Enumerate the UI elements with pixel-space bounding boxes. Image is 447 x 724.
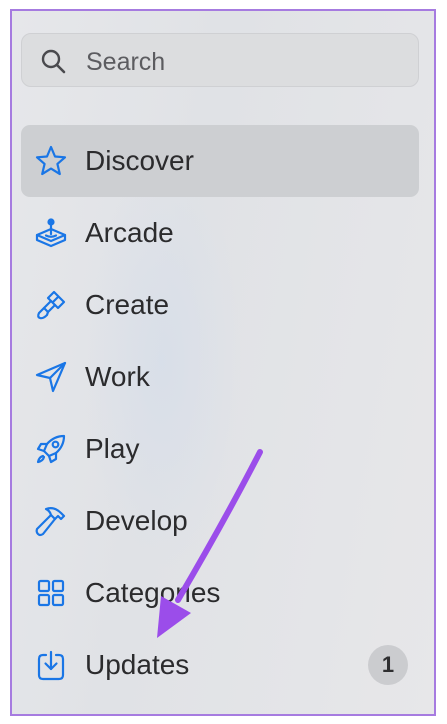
sidebar-item-arcade[interactable]: Arcade (21, 197, 419, 269)
hammer-icon (34, 504, 68, 538)
sidebar-item-label: Arcade (85, 217, 174, 248)
paintbrush-icon (34, 288, 68, 322)
sidebar-item-label: Categories (85, 577, 221, 608)
joystick-icon (34, 216, 68, 250)
sidebar-item-label: Updates (85, 649, 190, 680)
paperplane-icon (34, 360, 68, 394)
updates-count-badge: 1 (368, 645, 408, 685)
rocket-icon (34, 432, 68, 466)
sidebar-item-label: Create (85, 289, 170, 320)
app-store-sidebar: Discover Arcade (10, 9, 436, 716)
sidebar-item-updates[interactable]: Updates 1 (21, 629, 419, 701)
grid-icon (34, 576, 68, 610)
sidebar-nav: Discover Arcade Create Work Play Develop… (21, 125, 419, 701)
search-field[interactable] (21, 33, 419, 87)
sidebar-item-discover[interactable]: Discover (21, 125, 419, 197)
sidebar-item-play[interactable]: Play (21, 413, 419, 485)
sidebar-item-label: Discover (85, 145, 194, 176)
download-icon (34, 648, 68, 682)
sidebar-item-categories[interactable]: Categories (21, 557, 419, 629)
sidebar-item-label: Develop (85, 505, 188, 536)
magnifying-glass-icon (40, 48, 66, 74)
star-icon (34, 144, 68, 178)
sidebar-item-develop[interactable]: Develop (21, 485, 419, 557)
sidebar-item-label: Work (85, 361, 150, 392)
sidebar-item-create[interactable]: Create (21, 269, 419, 341)
search-input[interactable] (84, 42, 408, 82)
sidebar-item-label: Play (85, 433, 140, 464)
sidebar-item-work[interactable]: Work (21, 341, 419, 413)
